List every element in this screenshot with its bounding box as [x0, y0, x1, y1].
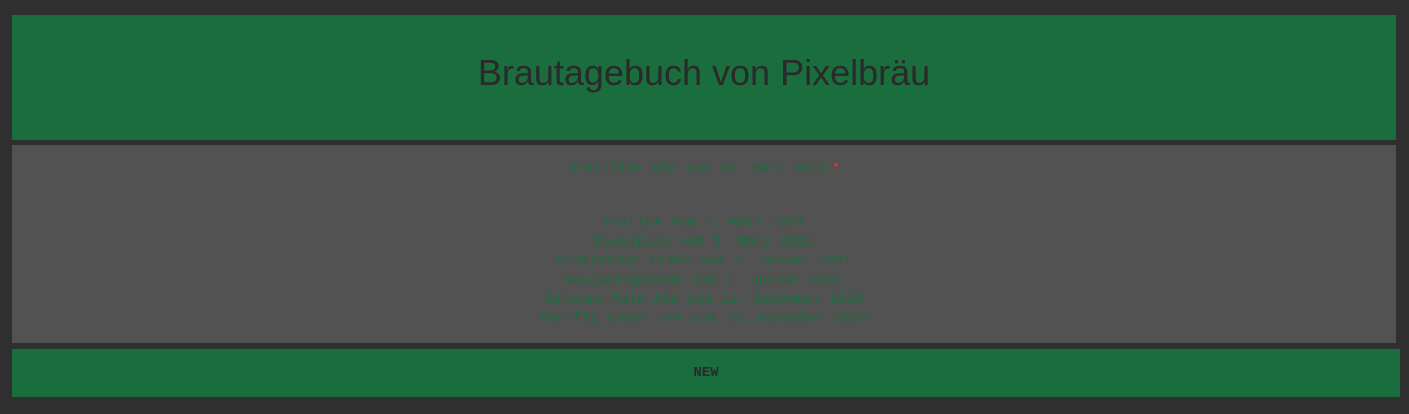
- list-item[interactable]: Pacific Coast IPA vom 16. November 2020: [12, 310, 1396, 329]
- header: Brautagebuch von Pixelbräu: [12, 15, 1396, 140]
- brew-link[interactable]: Pixelpils vom 5. März 2021: [595, 234, 813, 250]
- current-brew[interactable]: Brazilian Ale vom 29. März 2021 •: [12, 158, 1396, 177]
- active-status-dot: •: [832, 158, 841, 174]
- new-brew-button[interactable]: NEW: [12, 349, 1400, 397]
- list-item[interactable]: Galaxie Pale Ale vom 11. Dezember 2020: [12, 291, 1396, 310]
- brew-link[interactable]: testIPA vom 7. März 2021: [603, 215, 805, 231]
- brew-link[interactable]: Schrottbar Frank vom 3. Januar 2021: [557, 253, 851, 269]
- list-item[interactable]: Pixelpils vom 5. März 2021: [12, 233, 1396, 252]
- list-item[interactable]: Schrottbar Frank vom 3. Januar 2021: [12, 252, 1396, 271]
- new-brew-button-label: NEW: [693, 365, 719, 381]
- brew-link[interactable]: Pacific Coast IPA vom 16. November 2020: [540, 311, 868, 327]
- brew-link[interactable]: Galaxie Pale Ale vom 11. Dezember 2020: [544, 292, 863, 308]
- brew-link[interactable]: Neujahrsgebräu vom 1. Januar 2021: [565, 273, 842, 289]
- list-item[interactable]: testIPA vom 7. März 2021: [12, 214, 1396, 233]
- current-brew-link[interactable]: Brazilian Ale vom 29. März 2021: [568, 161, 828, 177]
- list-item[interactable]: Neujahrsgebräu vom 1. Januar 2021: [12, 272, 1396, 291]
- brew-list: testIPA vom 7. März 2021 Pixelpils vom 5…: [12, 214, 1396, 329]
- page-title: Brautagebuch von Pixelbräu: [477, 51, 931, 93]
- brew-list-panel: Brazilian Ale vom 29. März 2021 • testIPA…: [12, 145, 1396, 343]
